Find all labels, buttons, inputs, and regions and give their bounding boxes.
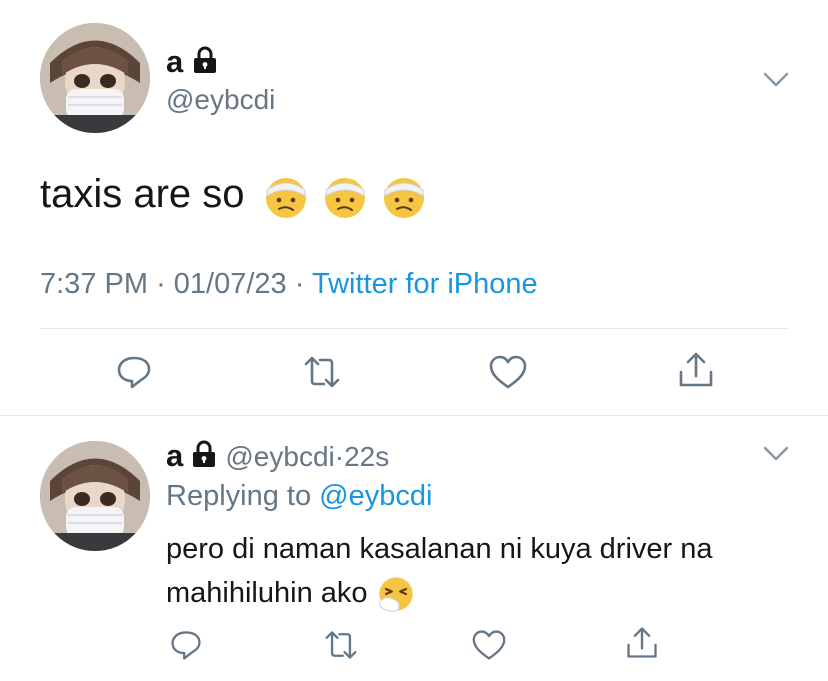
reply-age[interactable]: 22s (344, 441, 389, 472)
face-with-head-bandage-emoji (265, 178, 306, 219)
reply-retweet-button[interactable] (321, 625, 361, 665)
share-icon (679, 352, 713, 387)
display-name[interactable]: a (166, 44, 218, 82)
reply-share-button[interactable] (622, 623, 662, 663)
reply-text: pero di naman kasalanan ni kuya driver n… (166, 527, 713, 615)
like-icon (472, 630, 506, 660)
meta-separator: · (156, 268, 166, 300)
tweet-time[interactable]: 7:37 PM (40, 268, 148, 300)
share-button[interactable] (676, 350, 716, 390)
lock-icon (192, 46, 218, 82)
reply-meta-separator: · (334, 441, 345, 472)
reply-button[interactable] (114, 352, 154, 392)
divider (0, 415, 828, 416)
tweet-date[interactable]: 01/07/23 (174, 268, 287, 300)
meta-separator: · (294, 268, 305, 300)
handle[interactable]: @eybcdi (166, 84, 275, 116)
tweet-source-link[interactable]: Twitter for iPhone (312, 268, 538, 300)
reply-icon (171, 631, 201, 660)
replying-to-label: Replying to (166, 480, 312, 512)
emoji-group (262, 172, 428, 219)
sneezing-face-emoji (378, 577, 413, 612)
reply-display-name[interactable]: a (166, 438, 183, 473)
tweet-text: taxis are so (40, 172, 428, 220)
retweet-icon (325, 631, 357, 659)
share-icon (627, 627, 657, 658)
tweet-meta: 7:37 PM · 01/07/23 · Twitter for iPhone (40, 268, 538, 301)
more-options-button[interactable] (763, 72, 789, 93)
like-button[interactable] (488, 352, 528, 392)
face-with-head-bandage-emoji (324, 178, 365, 219)
divider (40, 328, 788, 329)
reply-more-options-button[interactable] (763, 446, 789, 467)
reply-text-line: pero di naman kasalanan ni kuya driver n… (166, 533, 713, 565)
display-name-text[interactable]: a (166, 44, 183, 79)
reply-like-button[interactable] (469, 625, 509, 665)
reply-handle[interactable]: @eybcdi (225, 441, 334, 472)
face-with-head-bandage-emoji (383, 178, 424, 219)
reply-header: a @eybcdi·22s (166, 438, 389, 476)
chevron-down-icon (763, 72, 789, 87)
reply-reply-button[interactable] (166, 625, 206, 665)
like-icon (489, 355, 527, 389)
chevron-down-icon (763, 446, 789, 461)
tweet-body: taxis are so (40, 172, 245, 216)
reply-avatar[interactable] (40, 441, 150, 551)
lock-icon (191, 440, 217, 476)
replying-to-handle-link[interactable]: @eybcdi (319, 480, 432, 512)
reply-text-line: mahihiluhin ako (166, 571, 713, 615)
replying-to: Replying to @eybcdi (166, 480, 432, 513)
reply-icon (117, 356, 151, 389)
avatar[interactable] (40, 23, 150, 133)
retweet-button[interactable] (302, 352, 342, 392)
reply-text-line2: mahihiluhin ako (166, 577, 368, 609)
retweet-icon (304, 356, 340, 388)
